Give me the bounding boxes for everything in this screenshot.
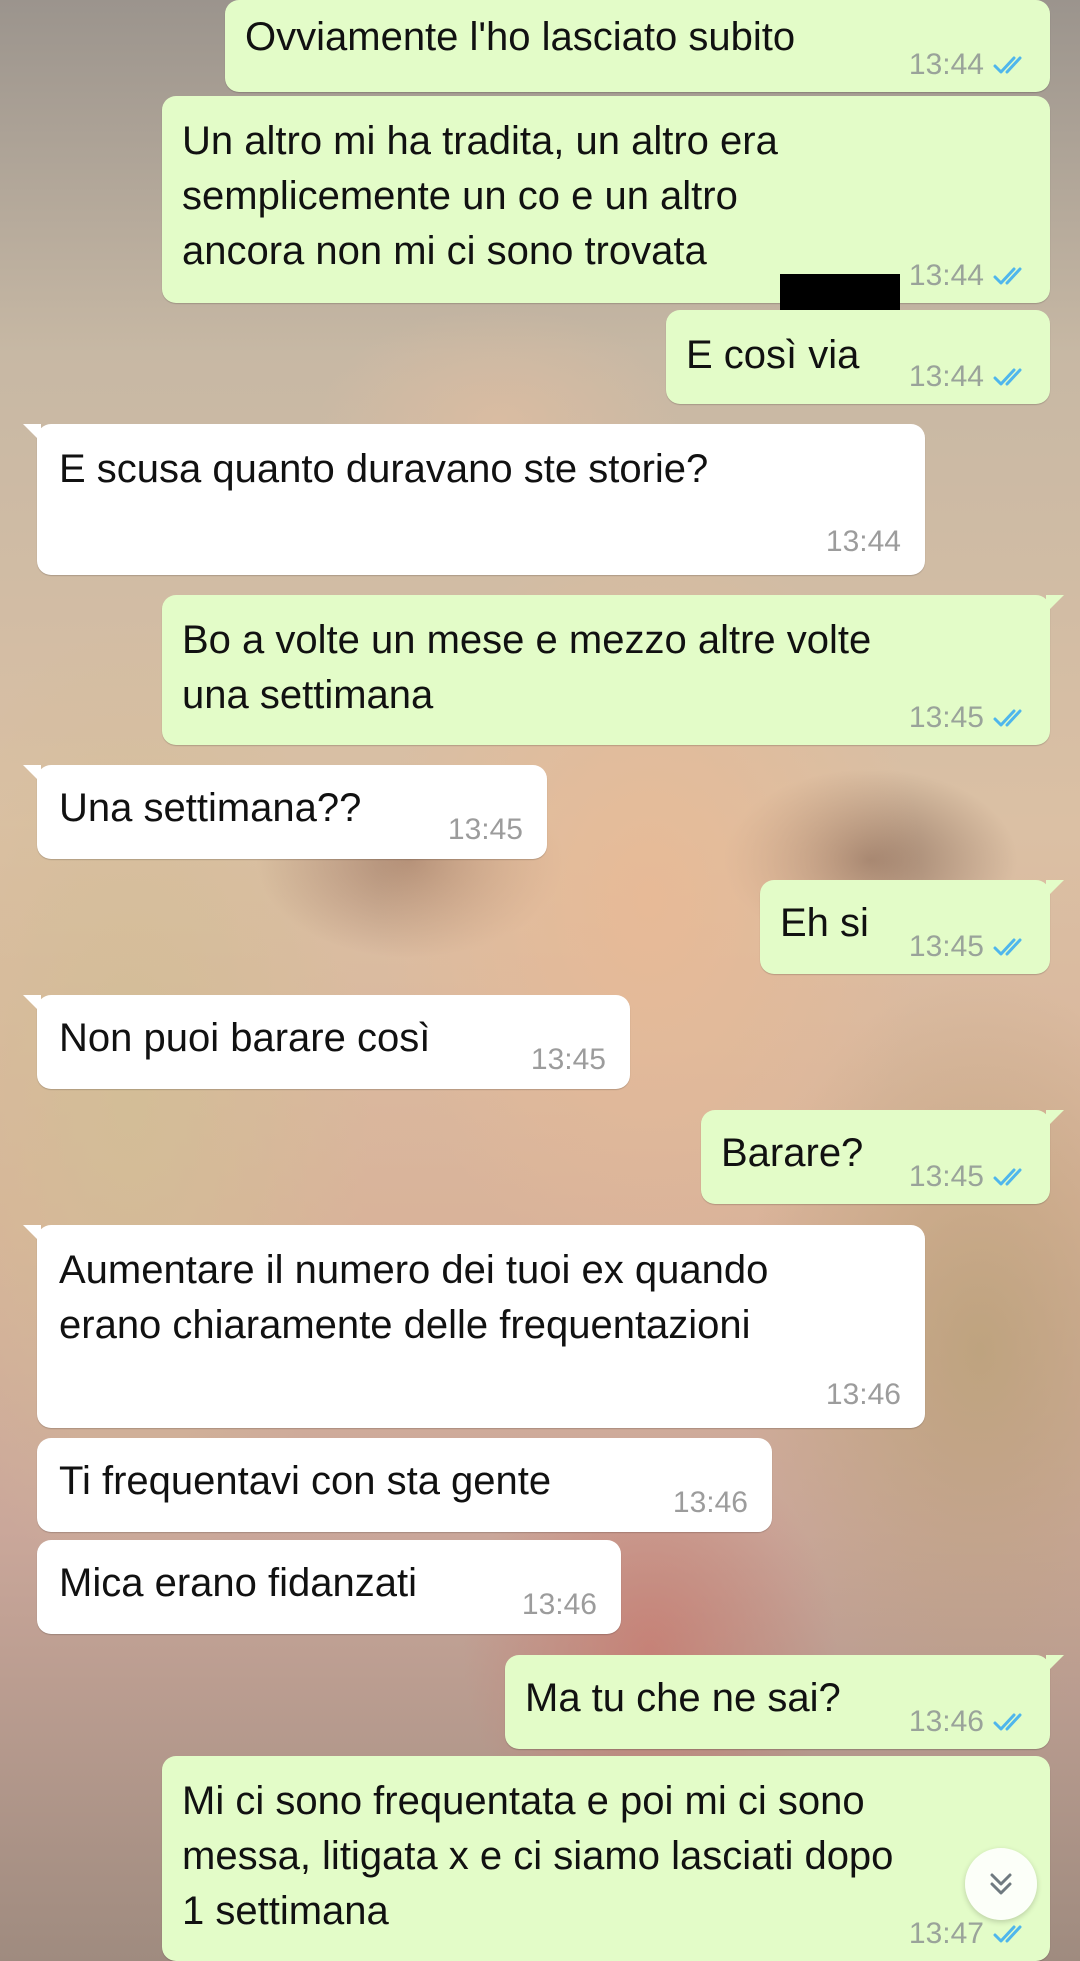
message-meta: 13:44 (909, 360, 1032, 394)
double-check-read-icon (993, 267, 1022, 285)
message-meta: 13:45 (909, 701, 1032, 735)
message-time: 13:44 (908, 360, 984, 393)
message-time: 13:44 (908, 48, 984, 81)
message-bubble[interactable]: Ti frequentavi con sta gente 13:46 (37, 1438, 772, 1532)
message-bubble[interactable]: Eh si 13:45 (760, 880, 1064, 974)
message-meta: 13:45 (448, 813, 523, 847)
message-bubble[interactable]: Ovviamente l'ho lasciato subito 13:44 (225, 0, 1050, 92)
message-bubble[interactable]: E così via 13:44 (666, 310, 1050, 404)
double-chevron-down-icon (990, 1873, 1012, 1895)
message-time: 13:47 (908, 1917, 984, 1950)
message-text: Un altro mi ha tradita, un altro era sem… (182, 119, 778, 273)
double-check-read-icon (993, 1925, 1022, 1943)
message-time: 13:44 (908, 259, 984, 292)
message-time: 13:45 (908, 701, 984, 734)
message-bubble[interactable]: Barare? 13:45 (701, 1110, 1064, 1204)
message-time: 13:46 (825, 1378, 901, 1411)
message-time: 13:46 (672, 1486, 748, 1519)
message-text: Non puoi barare così (59, 1016, 431, 1060)
message-bubble[interactable]: Non puoi barare così 13:45 (23, 995, 630, 1089)
message-meta: 13:45 (909, 930, 1032, 964)
message-meta: 13:45 (909, 1160, 1032, 1194)
message-text: Ovviamente l'ho lasciato subito (245, 15, 796, 59)
double-check-read-icon (993, 1168, 1022, 1186)
message-bubble[interactable]: E scusa quanto duravano ste storie? 13:4… (23, 424, 925, 575)
double-check-read-icon (993, 1713, 1022, 1731)
message-meta: 13:46 (826, 1378, 901, 1412)
message-text: Ti frequentavi con sta gente (59, 1459, 552, 1503)
message-text: Mi ci sono frequentata e poi mi ci sono … (182, 1779, 894, 1933)
message-bubble[interactable]: Aumentare il numero dei tuoi ex quando e… (23, 1225, 925, 1428)
message-bubble[interactable]: Ma tu che ne sai? 13:46 (505, 1655, 1064, 1749)
message-text: E così via (686, 333, 860, 377)
message-time: 13:46 (908, 1705, 984, 1738)
scroll-to-bottom-button[interactable] (965, 1848, 1037, 1920)
message-bubble[interactable]: Mica erano fidanzati 13:46 (37, 1540, 621, 1634)
message-meta: 13:44 (826, 525, 901, 559)
message-time: 13:44 (825, 525, 901, 558)
message-bubble[interactable]: Mi ci sono frequentata e poi mi ci sono … (162, 1756, 1050, 1961)
message-bubble[interactable]: Un altro mi ha tradita, un altro era sem… (162, 96, 1050, 324)
message-meta: 13:46 (909, 1705, 1032, 1739)
message-bubble[interactable]: Una settimana?? 13:45 (23, 765, 547, 859)
message-bubble[interactable]: Bo a volte un mese e mezzo altre volte u… (162, 595, 1064, 745)
message-meta: 13:46 (673, 1486, 748, 1520)
message-text: Ma tu che ne sai? (525, 1676, 841, 1720)
message-time: 13:46 (521, 1588, 597, 1621)
message-time: 13:45 (908, 930, 984, 963)
message-text: Bo a volte un mese e mezzo altre volte u… (182, 618, 872, 717)
message-text: Barare? (721, 1131, 864, 1175)
message-meta: 13:44 (909, 48, 1032, 82)
double-check-read-icon (993, 368, 1022, 386)
message-text: Una settimana?? (59, 786, 362, 830)
message-meta: 13:45 (531, 1043, 606, 1077)
message-meta: 13:47 (909, 1917, 1032, 1951)
message-time: 13:45 (530, 1043, 606, 1076)
message-time: 13:45 (908, 1160, 984, 1193)
double-check-read-icon (993, 709, 1022, 727)
message-meta: 13:46 (522, 1588, 597, 1622)
message-time: 13:45 (447, 813, 523, 846)
double-check-read-icon (993, 56, 1022, 74)
double-check-read-icon (993, 938, 1022, 956)
message-meta: 13:44 (909, 259, 1032, 293)
message-text: Mica erano fidanzati (59, 1561, 417, 1605)
message-text: Aumentare il numero dei tuoi ex quando e… (59, 1248, 769, 1347)
message-text: E scusa quanto duravano ste storie? (59, 447, 709, 491)
message-text: Eh si (780, 901, 869, 945)
